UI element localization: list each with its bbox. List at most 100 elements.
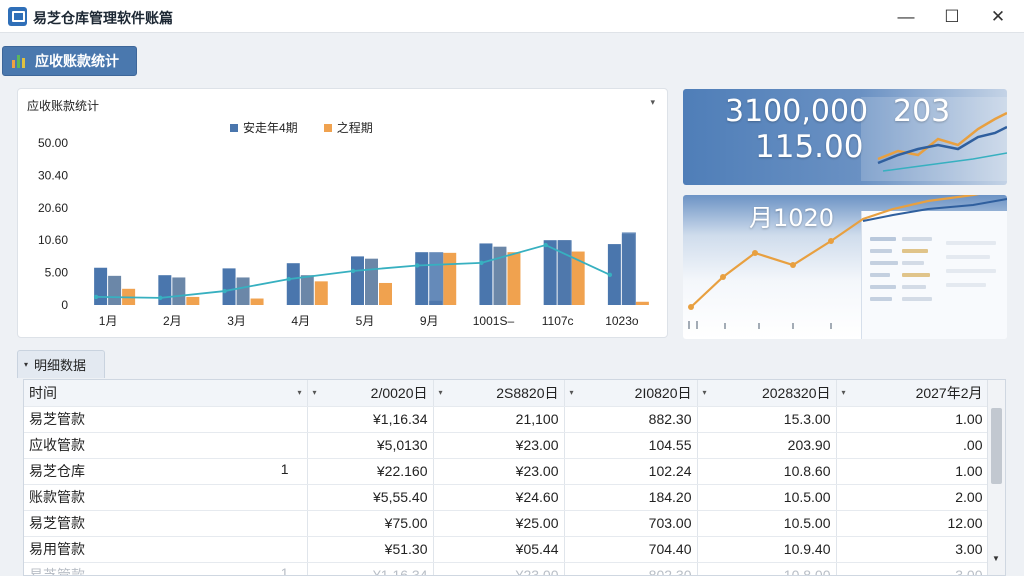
table-row[interactable]: 易用管款 ¥51.30 ¥05.44 704.40 10.9.40 3.00 [24, 536, 989, 563]
bar-series-3 [314, 281, 328, 305]
table-cell[interactable]: 10.5.00 [697, 484, 837, 511]
bar-series-3 [443, 252, 457, 305]
table-cell[interactable]: ¥1,16.34 [307, 562, 434, 575]
minimize-button[interactable]: — [883, 0, 929, 33]
table-row[interactable]: 易芝管款 ¥1,16.34 21,100 882.30 15.3.00 1.00 [24, 406, 989, 433]
bar-series-1 [158, 275, 172, 305]
table-cell[interactable]: 10.8.00 [697, 562, 837, 575]
column-header-4[interactable]: ▾ 2028320日 [697, 380, 837, 407]
row-name-cell[interactable]: 易芝管款 [24, 406, 308, 433]
table-cell[interactable]: 3.00 [836, 562, 989, 575]
y-tick-label: 20.60 [38, 201, 68, 215]
row-name-cell[interactable]: 易芝管款 1 [24, 562, 308, 576]
row-name-cell[interactable]: 易用管款 [24, 536, 308, 563]
table-cell[interactable]: 3.00 [836, 536, 989, 563]
table-cell[interactable]: 12.00 [836, 510, 989, 537]
table-cell[interactable]: ¥23.00 [433, 458, 565, 485]
table-cell[interactable]: ¥51.30 [307, 536, 434, 563]
tab-label: 应收账款统计 [35, 53, 119, 69]
table-cell[interactable]: 102.24 [564, 458, 698, 485]
table-cell[interactable]: ¥5,55.40 [307, 484, 434, 511]
bar-series-2 [108, 275, 122, 305]
table-cell[interactable]: ¥75.00 [307, 510, 434, 537]
kpi-card-bottom[interactable]: 月1020 [683, 195, 1007, 339]
table-row[interactable]: 易芝仓库 1 ¥22.160 ¥23.00 102.24 10.8.60 1.00 [24, 458, 989, 485]
sort-arrow-icon[interactable]: ▾ [297, 388, 301, 397]
table-cell[interactable]: .00 [836, 432, 989, 459]
table-cell[interactable]: ¥25.00 [433, 510, 565, 537]
kpi-card-top[interactable]: 3100,000 203 115.00 [683, 89, 1007, 185]
column-header-5[interactable]: ▾ 2027年2月 [836, 380, 989, 407]
legend-swatch [323, 123, 332, 132]
table-cell[interactable]: ¥1,16.34 [307, 406, 434, 433]
table-cell[interactable]: 882.30 [564, 406, 698, 433]
table-cell[interactable]: 802.30 [564, 562, 698, 575]
bar-series-2 [365, 258, 378, 305]
data-table: 时间 ▾ ▾ 2/0020日 ▾ 2S8820日 ▾ 2I0820日 ▾ 2028320日… [23, 379, 1006, 576]
table-cell[interactable]: ¥23.00 [433, 432, 565, 459]
table-cell[interactable]: 1.00 [836, 458, 989, 485]
table-cell[interactable]: ¥5,0130 [307, 432, 434, 459]
legend-swatch [230, 123, 238, 132]
table-cell[interactable]: ¥24.60 [433, 484, 565, 511]
table-cell[interactable]: 2.00 [836, 484, 989, 511]
row-name-cell[interactable]: 应收管款 [24, 432, 308, 459]
column-header-time[interactable]: 时间 ▾ [24, 380, 308, 407]
row-extra-value: 1 [280, 565, 289, 576]
table-cell[interactable]: 15.3.00 [697, 406, 837, 433]
row-name-cell[interactable]: 账款管款 [24, 484, 308, 511]
table-cell[interactable]: ¥23.00 [433, 562, 565, 575]
header-label: 2/0020日 [370, 384, 428, 401]
tab-detail-data[interactable]: ▾ 明细数据 [17, 350, 105, 378]
row-name-cell[interactable]: 易芝仓库 1 [24, 458, 308, 485]
x-tick-label: 5月 [356, 314, 375, 328]
table-cell[interactable]: 704.40 [564, 536, 698, 563]
table-cell[interactable]: 184.20 [564, 484, 698, 511]
sort-arrow-icon[interactable]: ▾ [842, 388, 846, 397]
scroll-down-arrow-icon[interactable]: ▼ [992, 554, 1000, 563]
legend-item-series1: 安走年4期 [230, 119, 298, 136]
chart-panel: 0 5.00 10.60 20.60 30.40 50.00 1月 2月 3月 4月 5月 9月 100… [17, 88, 668, 338]
row-name-cell[interactable]: 易芝管款 [24, 510, 308, 537]
column-header-1[interactable]: ▾ 2/0020日 [307, 380, 434, 407]
bar-series-3 [635, 301, 649, 305]
table-row[interactable]: 易芝管款 1 ¥1,16.34 ¥23.00 802.30 10.8.00 3.00 [24, 562, 989, 576]
sort-arrow-icon[interactable]: ▾ [439, 388, 443, 397]
vertical-scrollbar[interactable]: ▼ [987, 380, 1005, 575]
bar-series-3 [379, 282, 392, 305]
table-cell[interactable]: 10.8.60 [697, 458, 837, 485]
sort-arrow-icon[interactable]: ▾ [703, 388, 707, 397]
sort-arrow-icon[interactable]: ▾ [570, 388, 574, 397]
table-cell[interactable]: 703.00 [564, 510, 698, 537]
table-cell[interactable]: ¥05.44 [433, 536, 565, 563]
column-header-3[interactable]: ▾ 2I0820日 [564, 380, 698, 407]
table-cell[interactable]: 10.9.40 [697, 536, 837, 563]
table-cell[interactable]: 21,100 [433, 406, 565, 433]
collapse-arrow-icon: ▾ [24, 360, 29, 369]
sort-arrow-icon[interactable]: ▾ [313, 388, 317, 397]
table-cell[interactable]: ¥22.160 [307, 458, 434, 485]
close-button[interactable]: ✕ [975, 0, 1021, 33]
table-row[interactable]: 易芝管款 ¥75.00 ¥25.00 703.00 10.5.00 12.00 [24, 510, 989, 537]
table-row[interactable]: 账款管款 ¥5,55.40 ¥24.60 184.20 10.5.00 2.00 [24, 484, 989, 511]
table-row[interactable]: 应收管款 ¥5,0130 ¥23.00 104.55 203.90.00 [24, 432, 989, 459]
trend-point [479, 260, 484, 266]
chart-menu-button[interactable]: ▾ [650, 97, 655, 108]
header-label: 时间 [29, 384, 57, 401]
kpi-value-primary: 3100,000 [725, 94, 869, 129]
trend-point [350, 268, 356, 274]
table-cell[interactable]: 104.55 [564, 432, 698, 459]
table-cell[interactable]: 1.00 [836, 406, 989, 433]
maximize-button[interactable]: ☐ [929, 0, 975, 33]
scrollbar-thumb[interactable] [991, 408, 1002, 484]
column-header-2[interactable]: ▾ 2S8820日 [433, 380, 565, 407]
trend-point [607, 272, 613, 278]
table-cell[interactable]: 10.5.00 [697, 510, 837, 537]
bar-series-1 [351, 256, 364, 305]
kpi-trend-chart [688, 195, 1007, 329]
table-cell[interactable]: 203.90 [697, 432, 837, 459]
bar-series-2 [300, 275, 314, 305]
bar-series-2 [493, 246, 507, 305]
tab-receivables-stats[interactable]: 应收账款统计 [2, 46, 137, 76]
y-tick-label: 0 [61, 298, 68, 312]
